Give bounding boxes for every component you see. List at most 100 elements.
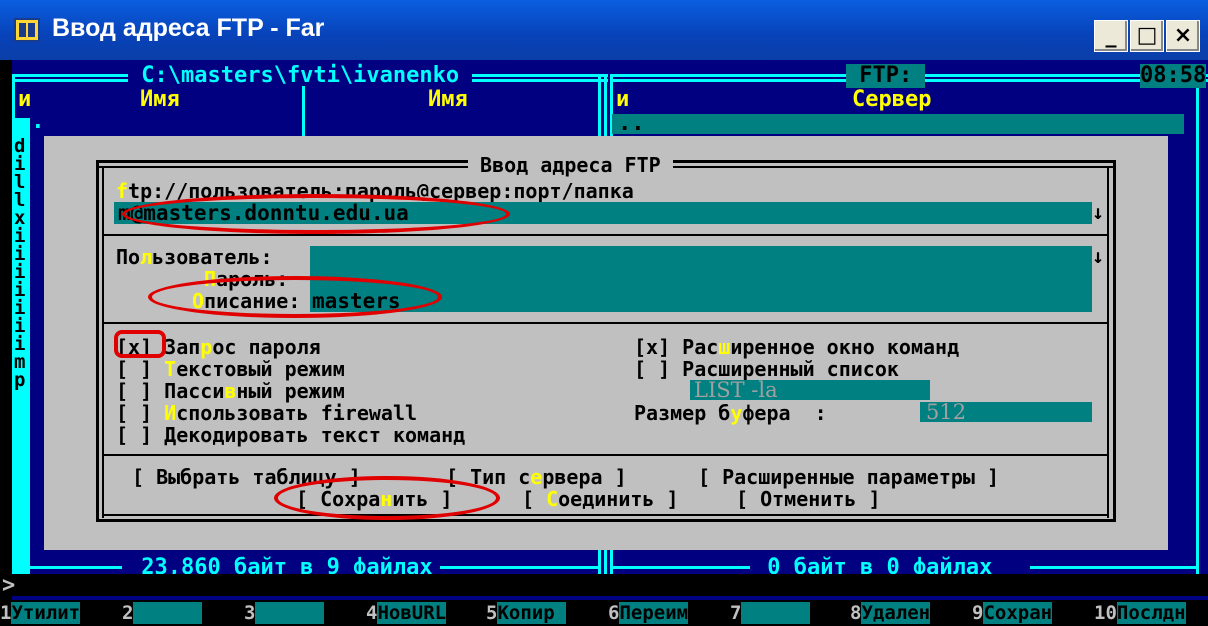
fkey-9[interactable]: 9Сохран xyxy=(972,600,1053,626)
right-panel-bottom-border xyxy=(610,566,750,569)
minimize-button[interactable]: _ xyxy=(1094,20,1128,52)
right-updir[interactable]: .. xyxy=(618,112,645,136)
user-label-hotkey: л xyxy=(140,245,153,269)
option-pre xyxy=(152,401,164,425)
fkey-10[interactable]: 10Послдн xyxy=(1094,600,1186,626)
left-panel-bottom-border xyxy=(12,566,122,569)
option-box: [ ] xyxy=(116,423,153,447)
option-checkbox[interactable]: [ ] Пассивный режим xyxy=(116,380,345,402)
option-hot: в xyxy=(224,379,237,403)
left-col-name-1: Имя xyxy=(140,87,180,112)
far-app-icon[interactable] xyxy=(14,18,40,42)
option-post: иренное окно команд xyxy=(730,335,960,359)
server-type-post: рвера ] xyxy=(542,465,627,489)
user-label-pre: По xyxy=(116,245,141,269)
annotation-box-ask-password xyxy=(114,330,166,358)
far-window: Ввод адреса FTP - Far _ □ × C:\masters\f… xyxy=(0,0,1208,626)
buffer-label-pre: Размер б xyxy=(634,401,731,425)
fkey-label: Копир xyxy=(497,602,567,624)
dialog-frame-right-2 xyxy=(1107,166,1109,518)
url-history-arrow-icon[interactable]: ↓ xyxy=(1092,200,1104,224)
left-panel-bottom-border-r xyxy=(440,566,600,569)
option-box: [x] xyxy=(634,335,671,359)
fkey-2[interactable]: 2 xyxy=(122,600,203,626)
fkey-label xyxy=(255,602,325,624)
fkey-number: 7 xyxy=(730,602,742,624)
user-label-post: ьзователь: xyxy=(152,245,273,269)
fkey-6[interactable]: 6Переим xyxy=(608,600,689,626)
option-hot: р xyxy=(200,335,213,359)
fkey-5[interactable]: 5Копир xyxy=(486,600,567,626)
dialog-frame-left-2 xyxy=(102,166,104,518)
right-panel-title[interactable]: FTP: xyxy=(846,64,926,88)
fkey-number: 2 xyxy=(122,602,134,624)
option-post: спользовать firewall xyxy=(176,401,418,425)
fkey-7[interactable]: 7 xyxy=(730,600,811,626)
fkey-8[interactable]: 8Удален xyxy=(850,600,931,626)
option-checkbox[interactable]: [ ] Расширенный список xyxy=(634,358,899,380)
separator-1 xyxy=(102,234,1109,236)
option-checkbox[interactable]: [ ] Декодировать текст команд xyxy=(116,424,465,446)
option-post: ос пароля xyxy=(212,335,321,359)
extended-params-button[interactable]: [ Расширенные параметры ] xyxy=(698,466,999,488)
maximize-button[interactable]: □ xyxy=(1130,20,1164,52)
buffer-size-value: 512 xyxy=(926,400,967,424)
function-key-bar: 1Утилит 2 3 4НовURL 5Копир 6Переим 7 8Удале… xyxy=(0,600,1208,626)
list-command-value: LIST -la xyxy=(694,378,778,402)
close-button[interactable]: × xyxy=(1166,20,1200,52)
dialog-frame-left xyxy=(96,160,99,522)
option-pre: Рас xyxy=(670,335,719,359)
fkey-4[interactable]: 4НовURL xyxy=(366,600,447,626)
option-checkbox[interactable]: [ ] Текстовый режим xyxy=(116,358,345,380)
buffer-size-field[interactable]: 512 xyxy=(920,400,1092,424)
fkey-number: 5 xyxy=(486,602,498,624)
option-checkbox[interactable]: [ ] Использовать firewall xyxy=(116,402,417,424)
fkey-number: 8 xyxy=(850,602,862,624)
right-panel-right-border xyxy=(1196,74,1199,584)
right-panel-bottom-border-r xyxy=(1030,566,1198,569)
command-line[interactable]: > xyxy=(0,573,1208,598)
url-hint-hotkey: f xyxy=(116,179,129,203)
fkey-number: 6 xyxy=(608,602,620,624)
user-label: Пользователь: xyxy=(116,246,273,268)
option-pre: Декодировать текст команд xyxy=(152,423,466,447)
dialog-frame-bottom xyxy=(96,519,1116,522)
fkey-1[interactable]: 1Утилит xyxy=(0,600,81,626)
fkey-label: Удален xyxy=(861,602,931,624)
fkey-label: Послдн xyxy=(1116,602,1186,624)
user-history-arrow-icon[interactable]: ↓ xyxy=(1092,244,1104,268)
option-pre xyxy=(152,357,164,381)
dialog-title: Ввод адреса FTP xyxy=(468,153,673,177)
connect-button[interactable]: [ Соединить ] xyxy=(522,488,679,510)
option-box: [ ] xyxy=(116,379,153,403)
title-bar[interactable]: Ввод адреса FTP - Far _ □ × xyxy=(0,0,1208,60)
right-panel-cursor xyxy=(612,114,1184,134)
annotation-oval-url xyxy=(122,194,510,234)
left-panel-col-divider xyxy=(302,86,305,136)
list-command-field[interactable]: LIST -la xyxy=(690,378,930,402)
buffer-label-hotkey: у xyxy=(730,401,743,425)
fkey-number: 9 xyxy=(972,602,984,624)
fkey-number: 1 xyxy=(0,602,12,624)
fkey-3[interactable]: 3 xyxy=(244,600,325,626)
left-panel-path[interactable]: C:\masters\fvti\ivanenko xyxy=(128,64,473,88)
connect-pre: [ xyxy=(522,487,547,511)
option-box: [ ] xyxy=(116,357,153,381)
cancel-button[interactable]: [ Отменить ] xyxy=(736,488,881,510)
command-prompt: > xyxy=(2,573,16,598)
fkey-label xyxy=(133,602,203,624)
server-type-hotkey: е xyxy=(530,465,543,489)
right-col-n: и xyxy=(616,87,630,112)
option-checkbox[interactable]: [x] Расширенное окно команд xyxy=(634,336,959,358)
window-title: Ввод адреса FTP - Far xyxy=(52,14,325,42)
fkey-number: 4 xyxy=(366,602,378,624)
fkey-number: 10 xyxy=(1094,602,1117,624)
left-col-name-2: Имя xyxy=(428,87,468,112)
buffer-label-post: фера : xyxy=(742,401,827,425)
left-file-item[interactable]: p xyxy=(14,368,25,392)
option-hot: ш xyxy=(718,335,731,359)
right-col-server: Сервер xyxy=(852,87,932,112)
annotation-oval-description xyxy=(148,276,442,318)
option-post: ный режим xyxy=(236,379,345,403)
separator-2 xyxy=(102,322,1109,324)
